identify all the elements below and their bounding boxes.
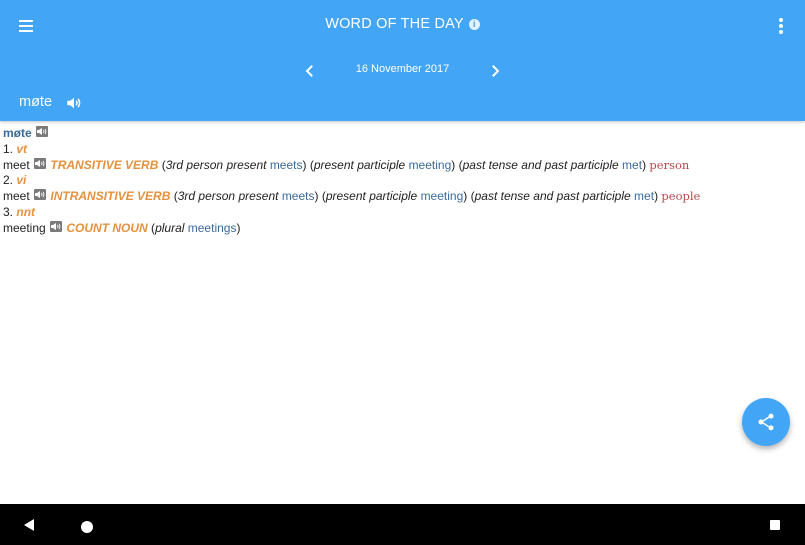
form-link[interactable]: meets [282, 189, 315, 203]
speaker-icon[interactable] [34, 157, 47, 169]
home-icon[interactable] [81, 521, 93, 533]
sense-line: meet INTRANSITIVE VERB (3rd person prese… [3, 189, 701, 204]
sense-abbr: vi [16, 173, 27, 188]
info-icon[interactable]: i [468, 19, 480, 30]
form-link[interactable]: meeting [409, 158, 452, 172]
sense-line: meet TRANSITIVE VERB (3rd person present… [3, 157, 690, 172]
speaker-icon[interactable] [50, 220, 63, 232]
sense-number: 1. [3, 141, 14, 156]
translation: meet [3, 157, 30, 172]
form-link[interactable]: meetings [188, 221, 237, 235]
date-label: 16 November 2017 [355, 63, 450, 75]
sense-number-line: 3. nnt [3, 205, 793, 221]
sense-abbr: vt [16, 141, 28, 156]
speaker-icon[interactable] [65, 94, 83, 112]
chevron-right-icon[interactable] [486, 62, 504, 80]
headword: møte [3, 126, 32, 140]
form-label: past tense and past participle [474, 189, 631, 204]
form-label: present participle [313, 157, 406, 172]
share-button[interactable] [742, 398, 790, 446]
sense-abbr: nnt [16, 204, 36, 219]
sense-number-line: 1. vt [3, 142, 793, 158]
form-label: plural [155, 220, 185, 235]
app-title: WORD OF THE DAY [325, 16, 464, 32]
sense-line: meeting COUNT NOUN (plural meetings) [3, 220, 241, 235]
translation: meeting [3, 220, 46, 235]
share-icon [758, 413, 774, 431]
sense-number: 3. [3, 204, 14, 219]
part-of-speech: TRANSITIVE VERB [50, 157, 159, 172]
headword-line: møte [3, 126, 793, 142]
usage-note: people [661, 189, 701, 204]
back-icon[interactable] [22, 518, 36, 532]
form-link[interactable]: meets [270, 158, 303, 172]
recents-icon[interactable] [770, 520, 780, 530]
form-label: present participle [325, 189, 418, 204]
form-label: 3rd person present [177, 189, 279, 204]
app-bar: WORD OF THE DAY i 16 November 2017 møte [0, 0, 805, 121]
system-nav-bar [0, 504, 805, 545]
form-label: 3rd person present [165, 157, 267, 172]
speaker-icon[interactable] [34, 189, 47, 201]
sense-number-line: 2. vi [3, 173, 793, 189]
form-link[interactable]: meeting [421, 189, 464, 203]
dictionary-entry: møte 1. vt meet TRANSITIVE VERB (3rd per… [3, 126, 793, 237]
word-label: møte [19, 94, 53, 110]
form-label: past tense and past participle [462, 157, 619, 172]
more-vert-icon[interactable] [773, 16, 789, 36]
speaker-icon[interactable] [36, 126, 49, 137]
form-link[interactable]: met [622, 158, 642, 172]
app-title-wrap: WORD OF THE DAY i [0, 16, 805, 32]
translation: meet [3, 189, 30, 204]
sense-number: 2. [3, 173, 14, 188]
part-of-speech: COUNT NOUN [66, 220, 148, 235]
form-link[interactable]: met [634, 189, 654, 203]
part-of-speech: INTRANSITIVE VERB [50, 189, 171, 204]
usage-note: person [649, 157, 690, 172]
